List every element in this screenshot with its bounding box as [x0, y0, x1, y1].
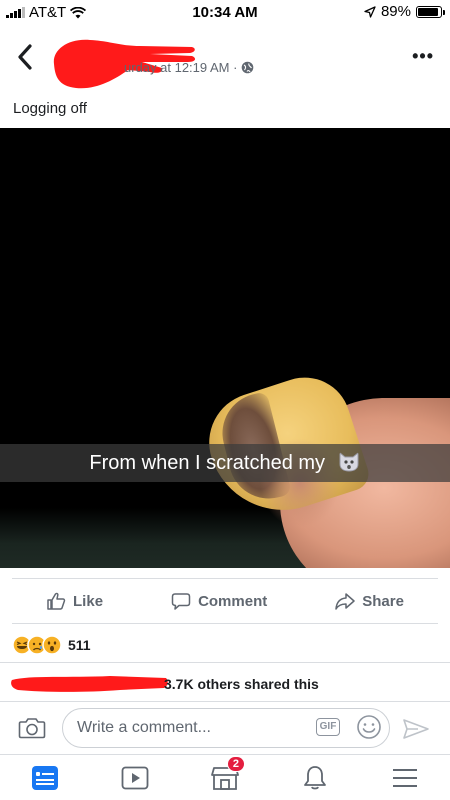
share-arrow-icon	[335, 593, 356, 610]
camera-icon[interactable]	[18, 716, 46, 740]
wow-icon	[42, 635, 62, 655]
post-text: Logging off	[13, 100, 87, 117]
photo-caption-bar: From when I scratched my	[0, 444, 450, 482]
status-bar: AT&T 10:34 AM 89%	[0, 0, 450, 24]
tab-news-feed[interactable]	[25, 758, 65, 798]
globe-icon	[242, 61, 254, 74]
comment-label: Comment	[198, 592, 268, 610]
gif-button[interactable]: GIF	[316, 718, 340, 736]
status-right-group: 89%	[364, 3, 445, 20]
post-photo[interactable]: From when I scratched my	[0, 128, 450, 568]
battery-icon	[416, 5, 445, 18]
tab-watch[interactable]	[115, 758, 155, 798]
share-label: Share	[362, 592, 404, 610]
bottom-tab-bar: 2	[0, 754, 450, 800]
back-icon[interactable]	[14, 42, 38, 72]
send-icon[interactable]	[402, 718, 430, 740]
menu-icon	[393, 768, 417, 787]
watch-icon	[121, 766, 149, 789]
cat-face-icon	[339, 451, 359, 472]
photo-caption-text: From when I scratched my	[89, 452, 326, 474]
post-timestamp[interactable]: urday at 12:19 AM ·	[124, 60, 237, 75]
shared-count-text: 3.7K others shared this	[164, 676, 319, 692]
comment-input[interactable]: Write a comment...	[62, 708, 390, 748]
post-meta: urday at 12:19 AM ·	[124, 60, 254, 75]
reaction-summary[interactable]: 511	[12, 634, 91, 656]
like-label: Like	[73, 592, 104, 610]
share-button[interactable]: Share	[335, 591, 404, 611]
tab-marketplace[interactable]: 2	[205, 755, 245, 798]
notifications-icon	[304, 765, 326, 789]
news-feed-icon	[32, 765, 58, 790]
marketplace-badge: 2	[226, 755, 245, 772]
tab-menu[interactable]	[385, 758, 425, 798]
like-button[interactable]: Like	[46, 591, 103, 611]
post-actions: Like Comment Share	[12, 578, 438, 624]
redacted-shared-by	[11, 676, 168, 692]
share-summary[interactable]: 3.7K others shared this	[0, 662, 450, 702]
comment-bar: Write a comment... GIF	[0, 706, 450, 750]
comment-bubble-icon	[171, 593, 191, 610]
reaction-icons	[12, 635, 62, 655]
thumbs-up-icon	[47, 592, 66, 610]
post-header: urday at 12:19 AM · •••	[0, 28, 450, 89]
more-options-icon[interactable]: •••	[412, 46, 434, 67]
battery-percent: 89%	[380, 3, 411, 20]
tab-notifications[interactable]	[295, 758, 335, 798]
reaction-count: 511	[68, 637, 91, 653]
comment-button[interactable]: Comment	[171, 591, 267, 611]
location-arrow-icon	[364, 5, 376, 18]
emoji-smile-icon[interactable]	[356, 714, 382, 740]
